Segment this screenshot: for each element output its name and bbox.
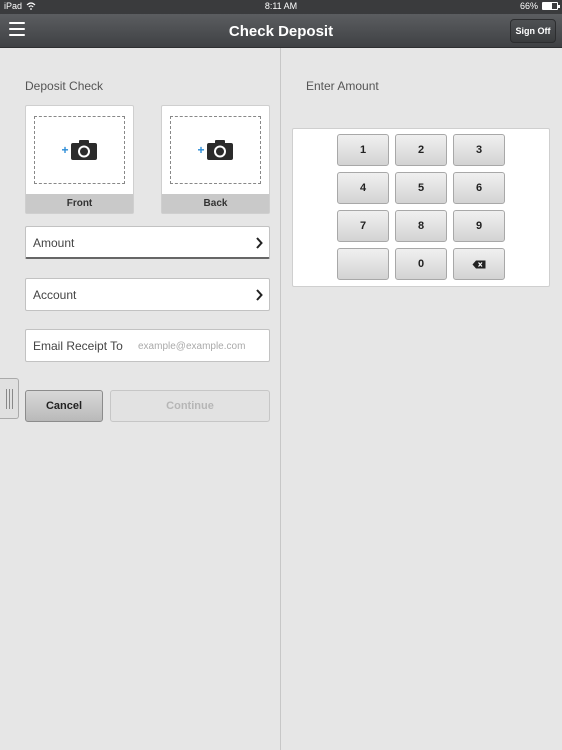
drawer-handle[interactable] [0, 378, 19, 419]
back-photo-label: Back [162, 194, 269, 213]
back-photo-button[interactable]: + Back [161, 105, 270, 214]
page-title: Check Deposit [228, 23, 334, 40]
front-photo-label: Front [26, 194, 133, 213]
key-0[interactable]: 0 [395, 248, 447, 280]
backspace-key[interactable] [453, 248, 505, 280]
backspace-icon [472, 260, 486, 268]
front-photo-area: + [34, 116, 125, 184]
chevron-right-icon [256, 237, 263, 249]
continue-button[interactable]: Continue [110, 390, 270, 422]
deposit-check-title: Deposit Check [25, 79, 104, 93]
key-5[interactable]: 5 [395, 172, 447, 204]
key-8[interactable]: 8 [395, 210, 447, 242]
email-receipt-field[interactable]: Email Receipt To [25, 329, 270, 362]
chevron-right-icon [256, 289, 263, 301]
email-receipt-label: Email Receipt To [33, 339, 123, 353]
email-input[interactable] [138, 337, 266, 355]
enter-amount-title: Enter Amount [306, 79, 379, 93]
status-time: 8:11 AM [264, 1, 298, 11]
amount-label: Amount [33, 236, 75, 250]
status-bar: iPad 8:11 AM 66% [0, 0, 562, 14]
account-label: Account [33, 288, 77, 302]
key-3[interactable]: 3 [453, 134, 505, 166]
nav-bar: Check Deposit Sign Off [0, 14, 562, 48]
battery-percent: 66% [519, 1, 538, 11]
account-field[interactable]: Account [25, 278, 270, 311]
numeric-keypad: 123 456 7890 [292, 128, 550, 287]
sign-off-button[interactable]: Sign Off [510, 19, 556, 43]
key-1[interactable]: 1 [337, 134, 389, 166]
key-9[interactable]: 9 [453, 210, 505, 242]
key-4[interactable]: 4 [337, 172, 389, 204]
battery-icon [542, 2, 560, 10]
blank-key[interactable] [337, 248, 389, 280]
amount-field[interactable]: Amount [25, 226, 270, 259]
add-camera-icon: + [197, 139, 233, 161]
key-2[interactable]: 2 [395, 134, 447, 166]
battery-fill [543, 3, 553, 9]
deposit-check-pane: Deposit Check + Front + Back Amount Acco… [0, 48, 281, 750]
cancel-button[interactable]: Cancel [25, 390, 103, 422]
front-photo-button[interactable]: + Front [25, 105, 134, 214]
enter-amount-pane: Enter Amount 123 456 7890 [282, 48, 562, 750]
key-6[interactable]: 6 [453, 172, 505, 204]
add-camera-icon: + [61, 139, 97, 161]
key-7[interactable]: 7 [337, 210, 389, 242]
back-photo-area: + [170, 116, 261, 184]
status-right: 66% [519, 1, 560, 11]
